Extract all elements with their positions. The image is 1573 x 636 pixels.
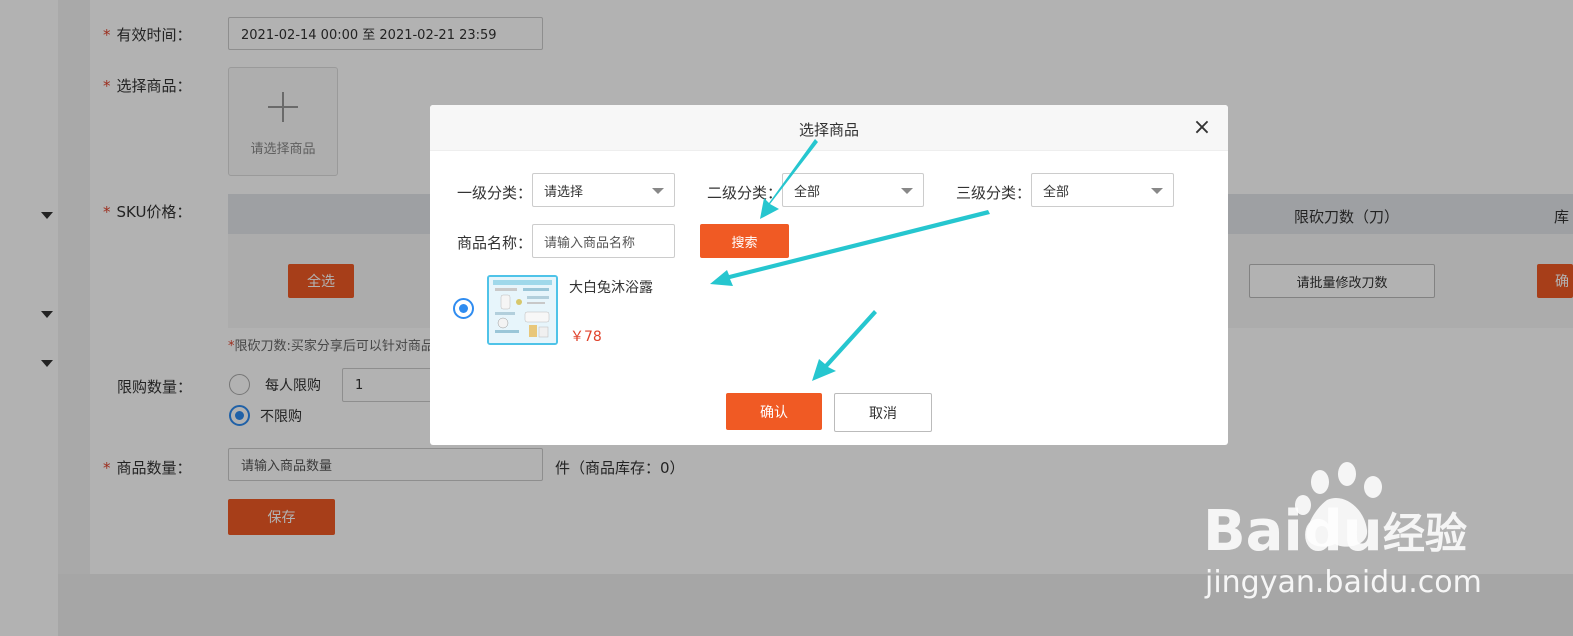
arrow-to-product xyxy=(710,210,990,286)
baidu-watermark: Baidu 经验 jingyan.baidu.com xyxy=(1203,462,1482,600)
watermark-cn: 经验 xyxy=(1383,509,1467,558)
watermark-brand: Baidu xyxy=(1203,499,1383,564)
arrow-to-confirm xyxy=(812,310,877,381)
watermark-url: jingyan.baidu.com xyxy=(1204,565,1482,600)
arrow-to-search xyxy=(760,139,818,219)
